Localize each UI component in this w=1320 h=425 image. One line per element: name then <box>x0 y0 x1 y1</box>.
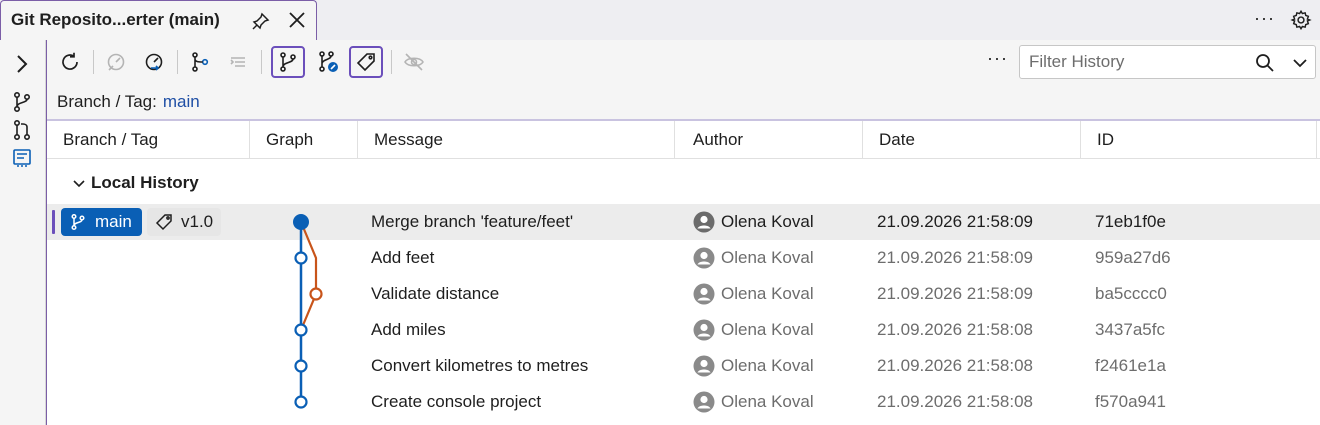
more-options-icon[interactable]: ··· <box>1254 8 1275 29</box>
branch-tag-label: Branch / Tag: <box>57 92 157 111</box>
refresh-icon <box>62 52 78 70</box>
history-list-icon[interactable] <box>10 146 34 170</box>
refresh-button[interactable] <box>53 46 87 78</box>
tab-title: Git Reposito...erter (main) <box>11 10 220 29</box>
commit-graph <box>293 214 323 409</box>
tab-strip: Git Reposito...erter (main) ··· <box>0 0 1320 40</box>
show-tags-toggle[interactable] <box>349 46 383 78</box>
commit-node[interactable] <box>294 395 308 409</box>
filter-history-box <box>1019 45 1316 79</box>
commit-node-feature[interactable] <box>309 287 323 301</box>
toolbar: ··· <box>47 40 1320 84</box>
commit-node-head[interactable] <box>293 214 309 230</box>
close-icon[interactable] <box>287 10 307 30</box>
history-table: Branch / Tag Graph Message Author Date I… <box>47 119 1320 425</box>
commit-node[interactable] <box>294 251 308 265</box>
branch-tag-filter: Branch / Tag: main <box>57 92 200 112</box>
sync-button[interactable] <box>137 46 171 78</box>
collapse-button[interactable] <box>221 46 255 78</box>
git-history-panel: ··· Branch / Tag: main Branch / Tag Graph… <box>46 40 1320 425</box>
show-branches-toggle[interactable] <box>271 46 305 78</box>
branch-compare-icon <box>192 52 209 72</box>
toolbar-separator <box>261 50 262 74</box>
branch-icon[interactable] <box>10 90 34 114</box>
branch-icon <box>280 52 296 72</box>
chevron-right-icon[interactable] <box>10 52 34 76</box>
left-sidebar <box>0 40 46 425</box>
gear-icon[interactable] <box>1290 9 1312 31</box>
toolbar-separator <box>93 50 94 74</box>
tag-icon <box>356 53 375 72</box>
hide-button[interactable] <box>397 46 431 78</box>
pull-request-icon[interactable] <box>10 118 34 142</box>
pin-icon[interactable] <box>251 11 271 31</box>
chevron-down-icon[interactable] <box>1292 55 1308 71</box>
search-icon[interactable] <box>1254 52 1276 74</box>
collapse-lines-icon <box>230 57 245 67</box>
eye-off-icon <box>404 53 424 71</box>
fetch-icon <box>107 53 125 71</box>
compare-branches-button[interactable] <box>183 46 217 78</box>
feature-branch-line <box>299 221 318 331</box>
toolbar-separator <box>177 50 178 74</box>
branch-tag-value[interactable]: main <box>163 92 200 111</box>
toolbar-separator <box>391 50 392 74</box>
toolbar-more-icon[interactable]: ··· <box>987 48 1008 69</box>
commit-node[interactable] <box>294 359 308 373</box>
fetch-button[interactable] <box>99 46 133 78</box>
sync-gauge-icon <box>145 53 163 71</box>
show-remote-branches-toggle[interactable] <box>311 46 345 78</box>
filter-history-input[interactable] <box>1029 52 1239 72</box>
tab-git-repository[interactable]: Git Reposito...erter (main) <box>0 0 317 40</box>
commit-node[interactable] <box>294 323 308 337</box>
remote-branch-icon <box>319 51 338 72</box>
